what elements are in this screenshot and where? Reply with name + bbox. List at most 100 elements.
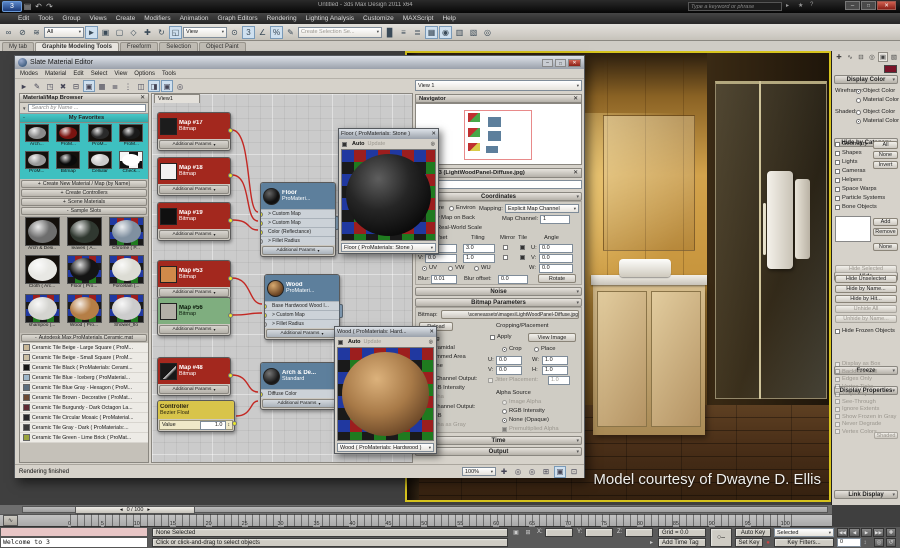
browser-header[interactable]: Material/Map Browser✕ xyxy=(20,94,148,103)
menu-item[interactable]: Help xyxy=(442,15,455,22)
editor-pan-to-selected-icon[interactable]: ▣ xyxy=(554,466,566,478)
place-radio[interactable]: Place xyxy=(534,346,556,352)
bitmap-parameters-rollout[interactable]: Bitmap Parameters xyxy=(415,298,582,307)
sample-slot[interactable]: shampoo (... xyxy=(21,294,63,332)
key-filters-button[interactable]: Key Filters... xyxy=(774,538,834,547)
hide-frozen-checkbox[interactable]: Hide Frozen Objects xyxy=(835,328,895,334)
ribbon-tab[interactable]: Object Paint xyxy=(199,42,246,51)
output-rollout[interactable]: Output xyxy=(415,447,582,456)
sample-slot[interactable]: Floor ( Pro... xyxy=(63,255,105,293)
view-image-button[interactable]: View Image xyxy=(528,333,576,342)
jitter-checkbox[interactable]: Jitter Placement: xyxy=(488,377,538,383)
help-icon[interactable]: ? xyxy=(810,2,813,8)
node-floor-material[interactable]: FloorProMateri... > Custom Map> Custom M… xyxy=(260,182,336,257)
category-add-button[interactable]: Add xyxy=(873,218,898,226)
sample-slot[interactable]: Wood ( Pro... xyxy=(63,294,105,332)
sample-slot[interactable]: leaves ( A... xyxy=(63,217,105,255)
stone-update-button[interactable]: Update xyxy=(368,141,386,147)
selection-filter-dropdown[interactable]: All▾ xyxy=(44,27,84,38)
wood-auto-checkbox[interactable] xyxy=(338,340,343,345)
v-angle-field[interactable]: 0.0 xyxy=(539,254,573,263)
wu-radio[interactable]: WU xyxy=(474,265,491,271)
arch-additional-params[interactable]: Additional Params▾ xyxy=(262,399,336,408)
slate-menu-item[interactable]: Modes xyxy=(20,71,38,77)
snap-toggle-icon[interactable]: 3 xyxy=(242,26,255,39)
image-alpha-radio[interactable]: Image Alpha xyxy=(502,399,541,405)
ribbon-tab[interactable]: Graphite Modeling Tools xyxy=(35,42,119,51)
edit-named-selections-icon[interactable]: ✎ xyxy=(284,26,297,39)
next-frame-arrow-icon[interactable]: ▸ xyxy=(147,507,150,513)
vertex-colors-shaded-button[interactable]: Shaded xyxy=(874,432,898,439)
menu-item[interactable]: Lighting Analysis xyxy=(306,15,354,22)
sample-slot[interactable]: Shower_flo xyxy=(105,294,147,332)
wood-preview-close-icon[interactable]: ✕ xyxy=(429,329,434,335)
slate-title-bar[interactable]: Slate Material Editor – □ ✕ xyxy=(15,56,584,69)
map17-additional-params[interactable]: Additional Params▾ xyxy=(159,140,229,149)
mapping-dropdown[interactable]: Explicit Map Channel▾ xyxy=(505,204,579,213)
prev-frame-button[interactable]: ◀ xyxy=(849,528,860,537)
floor-input-slot[interactable]: > Fillet Radius xyxy=(261,236,335,245)
library-material-item[interactable]: Ceramic Tile Burgundy - Dark Octagon La.… xyxy=(20,403,148,413)
sample-slot[interactable]: Porcelain (... xyxy=(105,255,147,293)
map48-output-socket[interactable] xyxy=(228,373,233,378)
library-material-item[interactable]: Ceramic Tile Black ( ProMaterials: Ceram… xyxy=(20,363,148,373)
hide-action-button[interactable]: Hide by Name... xyxy=(835,285,897,293)
floor-additional-params[interactable]: Additional Params▾ xyxy=(262,246,334,255)
rotate-button[interactable]: Rotate xyxy=(538,274,576,283)
browser-search-input[interactable]: Search by Name ... xyxy=(28,104,146,112)
menu-item[interactable]: Edit xyxy=(18,15,29,22)
maximize-button[interactable]: □ xyxy=(861,1,876,10)
wood-preview-title[interactable]: Wood ( ProMaterials: Hard...✕ xyxy=(335,327,436,337)
star-icon[interactable]: ★ xyxy=(798,2,803,9)
w-angle-field[interactable]: 0.0 xyxy=(539,264,573,273)
filter-funnel-icon[interactable]: ▼ xyxy=(22,106,26,111)
align-icon[interactable]: ≡ xyxy=(397,26,410,39)
menu-item[interactable]: Create xyxy=(116,15,136,22)
layer-manager-icon[interactable]: ≣ xyxy=(411,26,424,39)
editor-zoom-region-icon[interactable]: ◎ xyxy=(526,466,538,478)
hide-action-button[interactable]: Unhide by Name... xyxy=(835,315,897,323)
hide-action-button[interactable]: Hide by Hit... xyxy=(835,295,897,303)
map56-output-socket[interactable] xyxy=(228,313,233,318)
redo-icon[interactable]: ↷ xyxy=(44,0,55,13)
crop-radio[interactable]: Crop xyxy=(502,346,522,352)
sme-preview-icon[interactable]: ◨ xyxy=(148,80,160,92)
map56-additional-params[interactable]: Additional Params▾ xyxy=(159,325,229,334)
library-material-item[interactable]: Ceramic Tile Circular Mosaic ( ProMateri… xyxy=(20,413,148,423)
environ-radio[interactable]: Environ xyxy=(449,205,476,211)
display-property-checkbox[interactable]: Edges Only xyxy=(835,376,896,382)
crop-v-field[interactable]: 0.0 xyxy=(496,366,522,375)
zoom-view-icon[interactable]: ◎ xyxy=(874,538,884,547)
browser-close-icon[interactable]: ✕ xyxy=(140,95,145,101)
close-button[interactable]: ✕ xyxy=(877,1,896,10)
mirror-icon[interactable]: ▐▌ xyxy=(383,26,396,39)
graph-editors-icon[interactable]: ▦ xyxy=(425,26,438,39)
wood-magnify-icon[interactable]: ◎ xyxy=(429,339,433,345)
favorite-material[interactable]: ProM... xyxy=(53,124,85,151)
sme-layout-vertical-icon[interactable]: ⋮ xyxy=(122,80,134,92)
node-map56[interactable]: Map #56Bitmap Additional Params▾ xyxy=(157,297,231,336)
display-property-checkbox[interactable]: See-Through xyxy=(835,399,896,405)
map19-additional-params[interactable]: Additional Params▾ xyxy=(159,230,229,239)
pan-view-icon[interactable]: ✚ xyxy=(886,528,896,537)
display-property-checkbox[interactable]: Backface Cull xyxy=(835,369,896,375)
node-map19[interactable]: Map #19Bitmap Additional Params▾ xyxy=(157,202,231,241)
time-rollout[interactable]: Time xyxy=(415,436,582,445)
use-pivot-center-icon[interactable]: ⊙ xyxy=(228,26,241,39)
parameter-panel-header[interactable]: Map #53 (LightWoodPanel-Diffuse.jpg)✕ xyxy=(415,168,582,178)
select-and-scale-icon[interactable]: ◱ xyxy=(169,26,182,39)
menu-item[interactable]: Group xyxy=(62,15,80,22)
browser-section-bar[interactable]: +Create Controllers xyxy=(21,189,147,197)
wood-preview-window[interactable]: Wood ( ProMaterials: Hard...✕ Auto Updat… xyxy=(334,326,437,454)
navigator-map[interactable] xyxy=(415,103,582,165)
sme-show-map-icon[interactable]: ▣ xyxy=(83,80,95,92)
floor-input-slot[interactable]: Color (Reflectance) xyxy=(261,227,335,236)
favorite-material[interactable]: Bitmap xyxy=(53,151,85,178)
rectangular-selection-icon[interactable]: ▢ xyxy=(113,26,126,39)
library-material-item[interactable]: Ceramic Tile Beige - Large Square ( ProM… xyxy=(20,343,148,353)
wireframe-object-color-radio[interactable]: Object Color xyxy=(856,88,895,94)
link-display-rollout[interactable]: Link Display xyxy=(834,490,898,499)
category-none2-button[interactable]: None xyxy=(873,243,898,251)
sample-slot[interactable]: Chrome ( P... xyxy=(105,217,147,255)
mini-curve-editor-icon[interactable]: ∿ xyxy=(3,515,18,526)
